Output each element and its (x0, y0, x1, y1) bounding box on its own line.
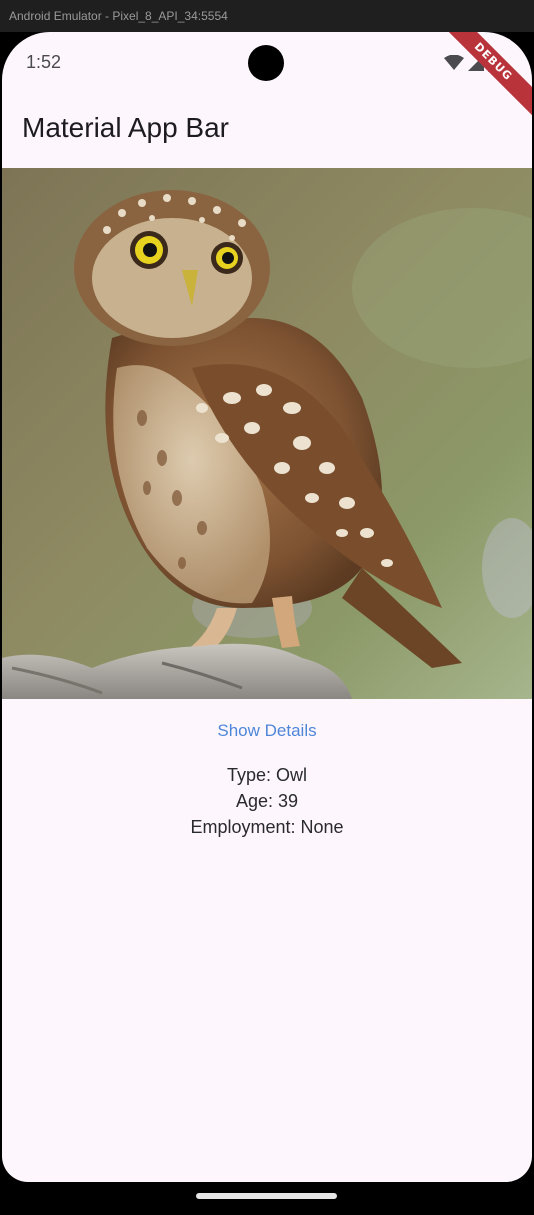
age-label: Age: 39 (235, 791, 299, 811)
status-time: 1:52 (26, 52, 62, 72)
type-label: Type: Owl (226, 765, 308, 785)
details-panel: Type: Owl Age: 39 Employment: None (2, 762, 532, 840)
status-bar: 1:52 DEBUG (2, 32, 532, 123)
show-details-button[interactable]: Show Details (197, 715, 337, 747)
window-title: Android Emulator - Pixel_8_API_34:5554 (0, 0, 534, 32)
navigation-bar (0, 1182, 534, 1215)
front-camera (248, 45, 284, 81)
device-frame: 1:52 DEBUG Material App Bar Show Details… (0, 32, 534, 1215)
emulator-window: Android Emulator - Pixel_8_API_34:5554 1… (0, 0, 534, 1215)
app-bar: Material App Bar (2, 96, 532, 168)
owl-photo (2, 168, 532, 699)
app-screen: 1:52 DEBUG Material App Bar Show Details… (2, 32, 532, 1182)
wifi-icon (444, 55, 464, 70)
employment-label: Employment: None (190, 817, 344, 837)
gesture-handle[interactable] (196, 1193, 337, 1199)
app-bar-title: Material App Bar (22, 112, 229, 143)
